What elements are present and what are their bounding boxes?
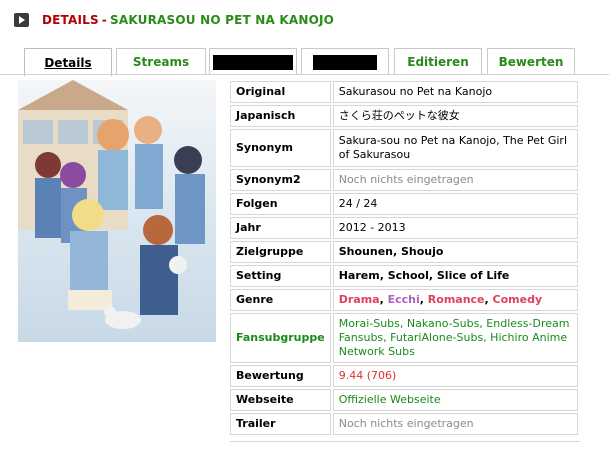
setting-value: Harem, School, Slice of Life (332, 265, 578, 287)
row-japanisch: Japanisch さくら荘のペットな彼女 (230, 105, 578, 127)
anime-details-table: Original Sakurasou no Pet na Kanojo Japa… (228, 79, 580, 437)
fansubgruppe-label: Fansubgruppe (230, 313, 331, 363)
synonym-value: Sakura-sou no Pet na Kanojo, The Pet Gir… (332, 129, 578, 167)
webseite-label: Webseite (230, 389, 331, 411)
genre-separator: , (419, 293, 428, 306)
genre-value: Drama, Ecchi, Romance, Comedy (332, 289, 578, 311)
synonym2-label: Synonym2 (230, 169, 331, 191)
synonym-label: Synonym (230, 129, 331, 167)
row-folgen: Folgen 24 / 24 (230, 193, 578, 215)
japanisch-value: さくら荘のペットな彼女 (332, 105, 578, 127)
setting-label: Setting (230, 265, 331, 287)
redacted-block (213, 54, 293, 70)
genre-separator: , (379, 293, 388, 306)
japanisch-label: Japanisch (230, 105, 331, 127)
tab-streams[interactable]: Streams (116, 48, 206, 75)
genre-link-comedy[interactable]: Comedy (493, 293, 543, 306)
row-trailer: Trailer Noch nichts eingetragen (230, 413, 578, 435)
row-synonym: Synonym Sakura-sou no Pet na Kanojo, The… (230, 129, 578, 167)
trailer-label: Trailer (230, 413, 331, 435)
row-genre: Genre Drama, Ecchi, Romance, Comedy (230, 289, 578, 311)
title-label: DETAILS (42, 13, 99, 27)
row-fansubgruppe: Fansubgruppe Morai-Subs, Nakano-Subs, En… (230, 313, 578, 363)
row-webseite: Webseite Offizielle Webseite (230, 389, 578, 411)
original-label: Original (230, 81, 331, 103)
genre-link-drama[interactable]: Drama (339, 293, 380, 306)
row-synonym2: Synonym2 Noch nichts eingetragen (230, 169, 578, 191)
fansubgruppe-value[interactable]: Morai-Subs, Nakano-Subs, Endless-Dream F… (332, 313, 578, 363)
folgen-label: Folgen (230, 193, 331, 215)
row-zielgruppe: Zielgruppe Shounen, Shoujo (230, 241, 578, 263)
page-title: DETAILS - SAKURASOU NO PET NA KANOJO (42, 13, 334, 27)
row-bewertung: Bewertung 9.44 (706) (230, 365, 578, 387)
row-jahr: Jahr 2012 - 2013 (230, 217, 578, 239)
webseite-link[interactable]: Offizielle Webseite (332, 389, 578, 411)
jahr-label: Jahr (230, 217, 331, 239)
redacted-block (313, 54, 377, 70)
genre-label: Genre (230, 289, 331, 311)
genre-separator: , (484, 293, 493, 306)
genre-link-romance[interactable]: Romance (428, 293, 485, 306)
page-header: DETAILS - SAKURASOU NO PET NA KANOJO (14, 12, 334, 28)
bewertung-value: 9.44 (706) (332, 365, 578, 387)
anime-title: SAKURASOU NO PET NA KANOJO (110, 13, 335, 27)
tab-editieren[interactable]: Editieren (394, 48, 482, 75)
synonym2-value: Noch nichts eingetragen (332, 169, 578, 191)
row-setting: Setting Harem, School, Slice of Life (230, 265, 578, 287)
zielgruppe-value: Shounen, Shoujo (332, 241, 578, 263)
divider (230, 441, 580, 442)
tab-bar: Details Streams Editieren Bewerten (0, 48, 609, 76)
tab-bewerten[interactable]: Bewerten (487, 48, 575, 75)
trailer-value: Noch nichts eingetragen (332, 413, 578, 435)
title-separator: - (101, 13, 108, 27)
anime-cover-image[interactable] (18, 80, 216, 342)
tab-redacted-1[interactable] (209, 48, 297, 75)
row-original: Original Sakurasou no Pet na Kanojo (230, 81, 578, 103)
zielgruppe-label: Zielgruppe (230, 241, 331, 263)
tab-details[interactable]: Details (24, 48, 112, 76)
jahr-value: 2012 - 2013 (332, 217, 578, 239)
play-icon[interactable] (14, 13, 29, 27)
genre-link-ecchi[interactable]: Ecchi (388, 293, 420, 306)
tab-redacted-2[interactable] (301, 48, 389, 75)
folgen-value: 24 / 24 (332, 193, 578, 215)
original-value: Sakurasou no Pet na Kanojo (332, 81, 578, 103)
bewertung-label: Bewertung (230, 365, 331, 387)
